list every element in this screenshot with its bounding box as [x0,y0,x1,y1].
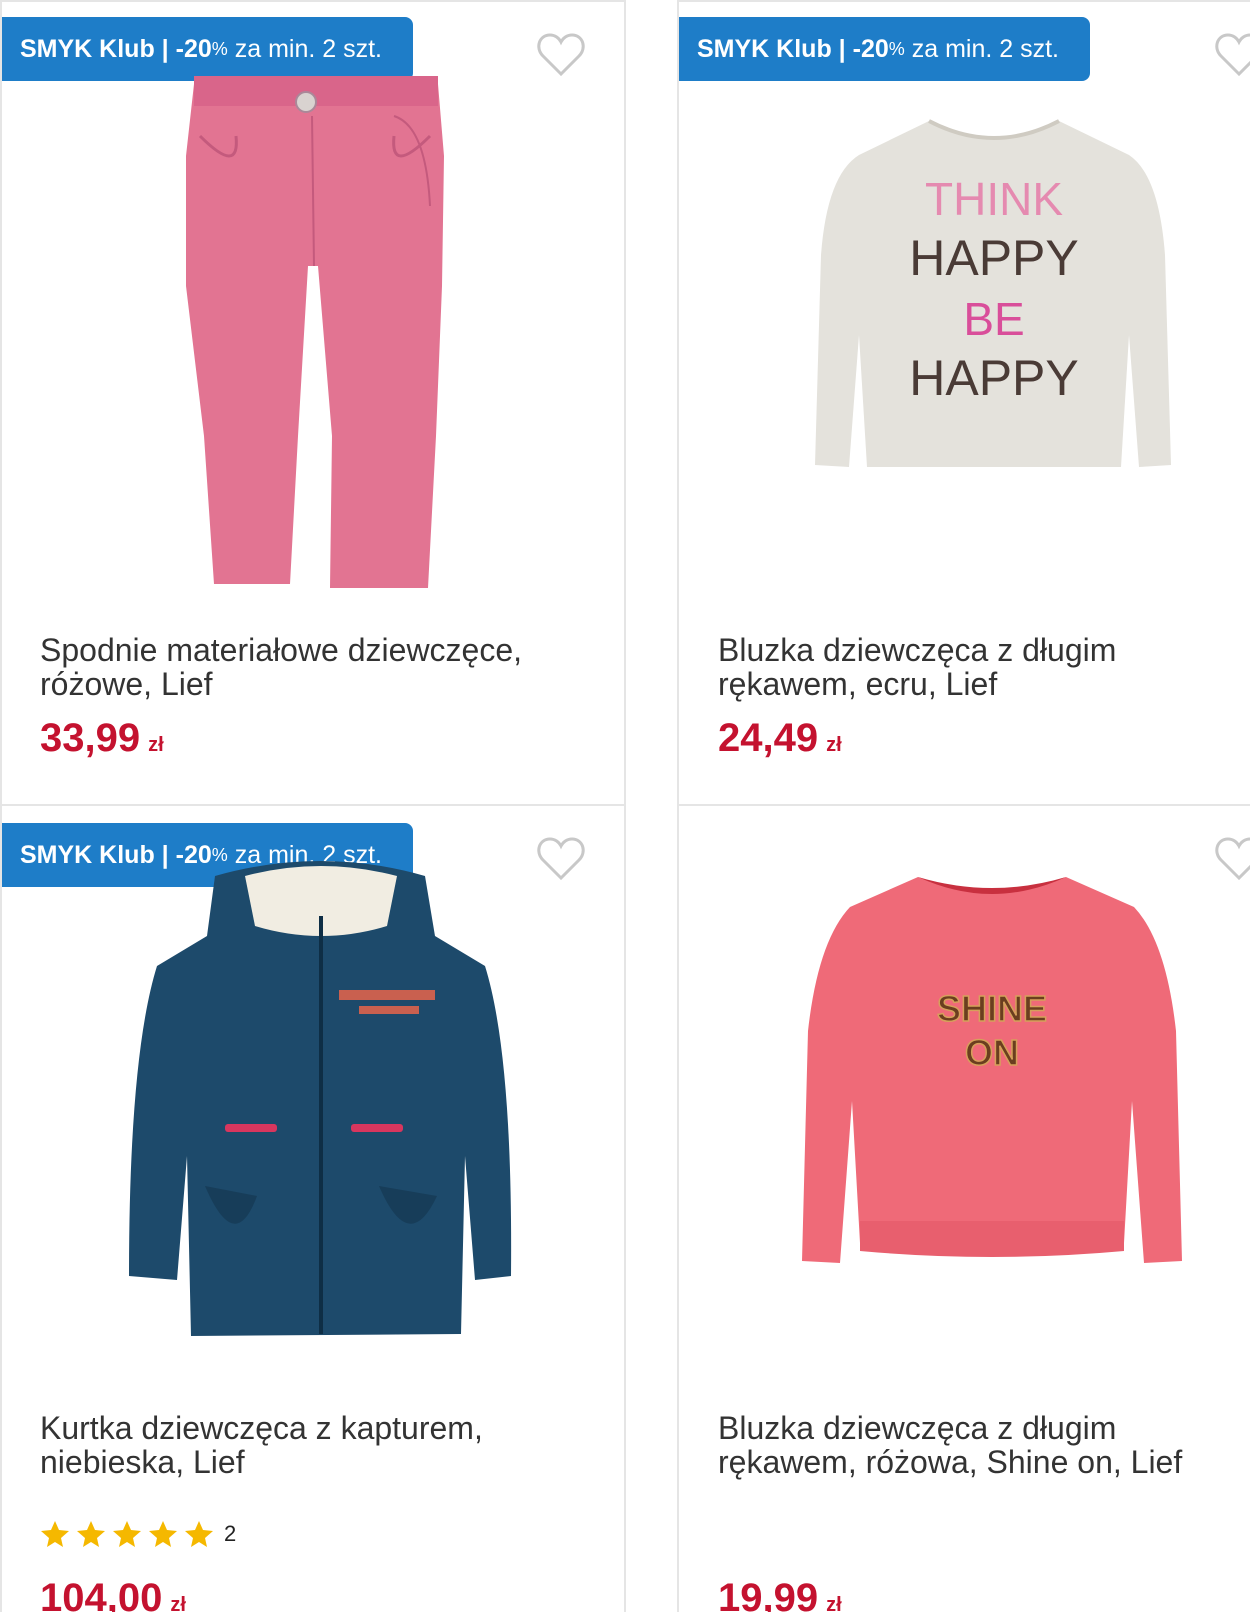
title-line-1: Spodnie materiałowe dziewczęce, [40,632,523,668]
product-image-pink-trousers[interactable] [180,36,450,596]
title-line-1: Bluzka dziewczęca z długim [718,1410,1117,1446]
product-title[interactable]: Bluzka dziewczęca z długim rękawem, różo… [718,1411,1238,1479]
product-title[interactable]: Kurtka dziewczęca z kapturem, niebieska,… [40,1411,600,1479]
product-price: 104,00 zł [40,1576,186,1612]
heart-outline-icon[interactable] [1214,834,1250,882]
product-card[interactable]: SHINE ON Bluzka dziewczęca z długim ręka… [679,806,1250,1612]
product-title[interactable]: Spodnie materiałowe dziewczęce, różowe, … [40,633,600,701]
title-line-2: niebieska, Lief [40,1444,245,1480]
price-currency: zł [826,1594,842,1612]
print-text-line-1: THINK [925,173,1063,225]
print-text-line-3: BE [963,293,1024,345]
product-price: 24,49 zł [718,716,842,761]
star-icon [77,1521,105,1547]
price-amount: 19,99 [718,1576,819,1612]
title-line-2: rękawem, różowa, Shine on, Lief [718,1444,1183,1480]
badge-brand: SMYK Klub [20,34,155,63]
badge-percent: % [888,38,905,59]
price-currency: zł [170,1594,186,1612]
heart-outline-icon[interactable] [1214,30,1250,78]
product-price: 33,99 zł [40,716,164,761]
price-amount: 24,49 [718,716,819,760]
product-card[interactable]: SMYK Klub | -20% za min. 2 szt. Spodnie … [0,0,624,804]
product-title[interactable]: Bluzka dziewczęca z długim rękawem, ecru… [718,633,1238,701]
product-image-ecru-top[interactable]: THINK HAPPY BE HAPPY [809,115,1179,485]
title-line-2: różowe, Lief [40,666,213,702]
column-divider-left [624,0,626,1612]
price-currency: zł [148,734,164,756]
star-icon [113,1521,141,1547]
price-amount: 104,00 [40,1576,163,1612]
product-card[interactable]: SMYK Klub | -20% za min. 2 szt. THINK HA… [679,0,1250,804]
title-line-1: Kurtka dziewczęca z kapturem, [40,1410,483,1446]
rating: 2 [40,1519,236,1549]
print-text-line-4: HAPPY [909,350,1079,406]
title-line-2: rękawem, ecru, Lief [718,666,998,702]
badge-separator: | [838,34,846,63]
price-currency: zł [826,734,842,756]
print-text-line-1: SHINE [937,988,1047,1029]
title-line-1: Bluzka dziewczęca z długim [718,632,1117,668]
print-text-line-2: ON [965,1032,1019,1073]
star-icon [41,1521,69,1547]
heart-outline-icon[interactable] [536,834,586,882]
heart-outline-icon[interactable] [536,30,586,78]
product-grid: SMYK Klub | -20% za min. 2 szt. Spodnie … [0,0,1250,1612]
product-image-pink-top[interactable]: SHINE ON [794,871,1190,1281]
badge-brand: SMYK Klub [697,34,832,63]
star-icon [149,1521,177,1547]
product-card[interactable]: SMYK Klub | -20% za min. 2 szt. Kurtka d… [0,806,624,1612]
product-price: 19,99 zł [718,1576,842,1612]
rating-count[interactable]: 2 [224,1521,236,1547]
star-icon [185,1521,213,1547]
promo-badge: SMYK Klub | -20% za min. 2 szt. [679,17,1090,81]
product-image-navy-jacket[interactable] [125,856,517,1356]
badge-discount: -20 [852,34,889,63]
print-text-line-2: HAPPY [909,230,1079,286]
badge-condition: za min. 2 szt. [911,34,1059,63]
badge-separator: | [161,34,169,63]
price-amount: 33,99 [40,716,141,760]
